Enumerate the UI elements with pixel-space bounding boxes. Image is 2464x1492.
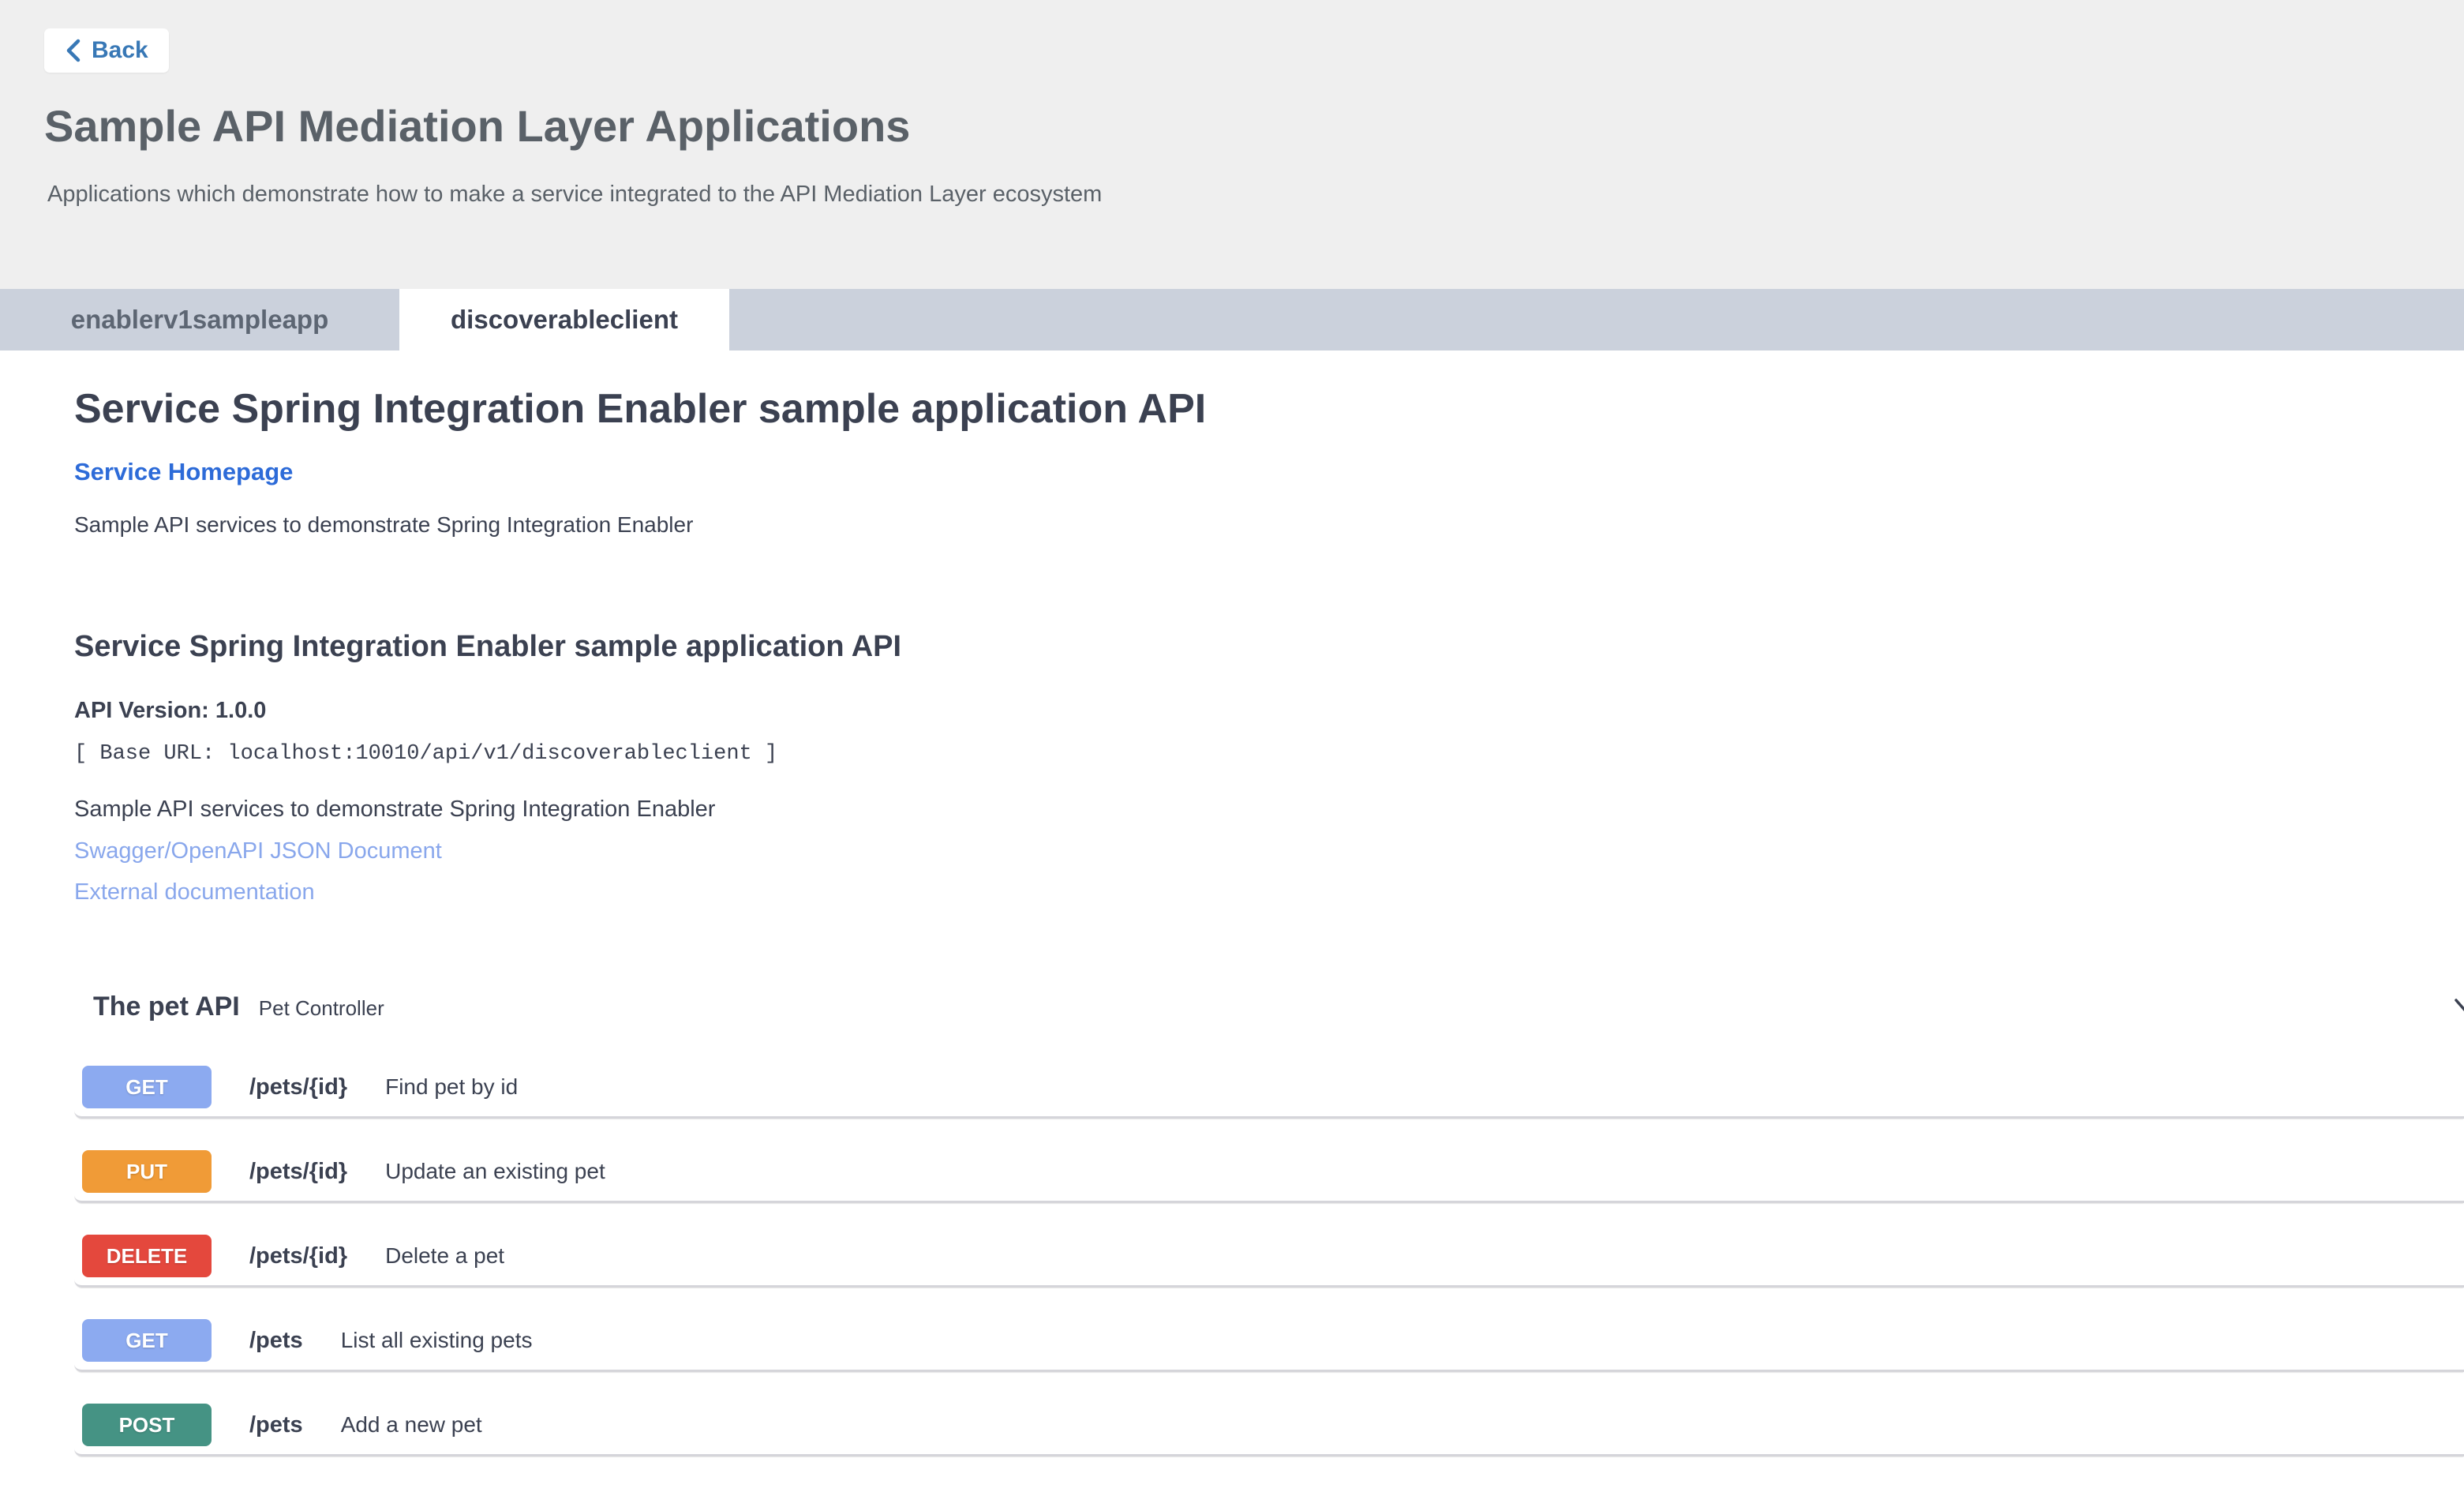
catalog-header: Back Sample API Mediation Layer Applicat… bbox=[0, 0, 2464, 289]
pet-api-section-header: The pet API Pet Controller bbox=[74, 991, 2464, 1022]
operation-row[interactable]: POST /pets Add a new pet bbox=[74, 1372, 2464, 1456]
tab-discoverableclient[interactable]: discoverableclient bbox=[399, 289, 729, 351]
service-title: Service Spring Integration Enabler sampl… bbox=[74, 387, 2464, 431]
back-button-label: Back bbox=[92, 37, 148, 64]
operation-row[interactable]: PUT /pets/{id} Update an existing pet bbox=[74, 1119, 2464, 1203]
method-badge: DELETE bbox=[82, 1235, 212, 1277]
endpoint-summary: Find pet by id bbox=[385, 1074, 518, 1100]
chevron-left-icon bbox=[65, 38, 82, 63]
api-doc-title: Service Spring Integration Enabler sampl… bbox=[74, 631, 2464, 662]
service-description: Sample API services to demonstrate Sprin… bbox=[74, 514, 2464, 536]
operation-row[interactable]: GET /pets List all existing pets bbox=[74, 1288, 2464, 1372]
chevron-down-icon[interactable] bbox=[2450, 989, 2464, 1028]
endpoint-path: /pets bbox=[249, 1328, 303, 1354]
tab-label: enablerv1sampleapp bbox=[71, 305, 329, 335]
method-badge: PUT bbox=[82, 1150, 212, 1193]
method-badge: GET bbox=[82, 1319, 212, 1362]
back-button[interactable]: Back bbox=[44, 28, 169, 73]
endpoint-path: /pets/{id} bbox=[249, 1074, 347, 1100]
method-badge: GET bbox=[82, 1066, 212, 1108]
pet-api-subtitle: Pet Controller bbox=[259, 996, 384, 1021]
swagger-json-link[interactable]: Swagger/OpenAPI JSON Document bbox=[74, 840, 2464, 863]
service-homepage-link[interactable]: Service Homepage bbox=[74, 459, 293, 484]
operation-row[interactable]: DELETE /pets/{id} Delete a pet bbox=[74, 1203, 2464, 1288]
operation-row[interactable]: GET /pets/{id} Find pet by id bbox=[74, 1022, 2464, 1119]
service-detail-panel: Service Spring Integration Enabler sampl… bbox=[0, 387, 2464, 1456]
service-tab-bar: enablerv1sampleapp discoverableclient bbox=[0, 289, 2464, 351]
api-base-url: [ Base URL: localhost:10010/api/v1/disco… bbox=[74, 743, 2464, 765]
api-version: API Version: 1.0.0 bbox=[74, 699, 2464, 722]
endpoint-summary: Add a new pet bbox=[341, 1412, 482, 1438]
endpoint-path: /pets bbox=[249, 1412, 303, 1438]
method-badge: POST bbox=[82, 1404, 212, 1446]
page-subtitle: Applications which demonstrate how to ma… bbox=[47, 182, 2464, 207]
pet-api-title: The pet API bbox=[93, 991, 240, 1022]
endpoint-summary: List all existing pets bbox=[341, 1328, 533, 1353]
endpoint-summary: Update an existing pet bbox=[385, 1159, 605, 1184]
tab-enablerv1sampleapp[interactable]: enablerv1sampleapp bbox=[0, 289, 399, 351]
endpoint-path: /pets/{id} bbox=[249, 1243, 347, 1269]
page-title: Sample API Mediation Layer Applications bbox=[44, 103, 2464, 150]
endpoint-summary: Delete a pet bbox=[385, 1243, 504, 1269]
api-doc-description: Sample API services to demonstrate Sprin… bbox=[74, 798, 2464, 821]
external-docs-link[interactable]: External documentation bbox=[74, 881, 2464, 904]
operations-list: GET /pets/{id} Find pet by id PUT /pets/… bbox=[74, 1022, 2464, 1456]
tab-label: discoverableclient bbox=[451, 305, 678, 335]
endpoint-path: /pets/{id} bbox=[249, 1159, 347, 1185]
